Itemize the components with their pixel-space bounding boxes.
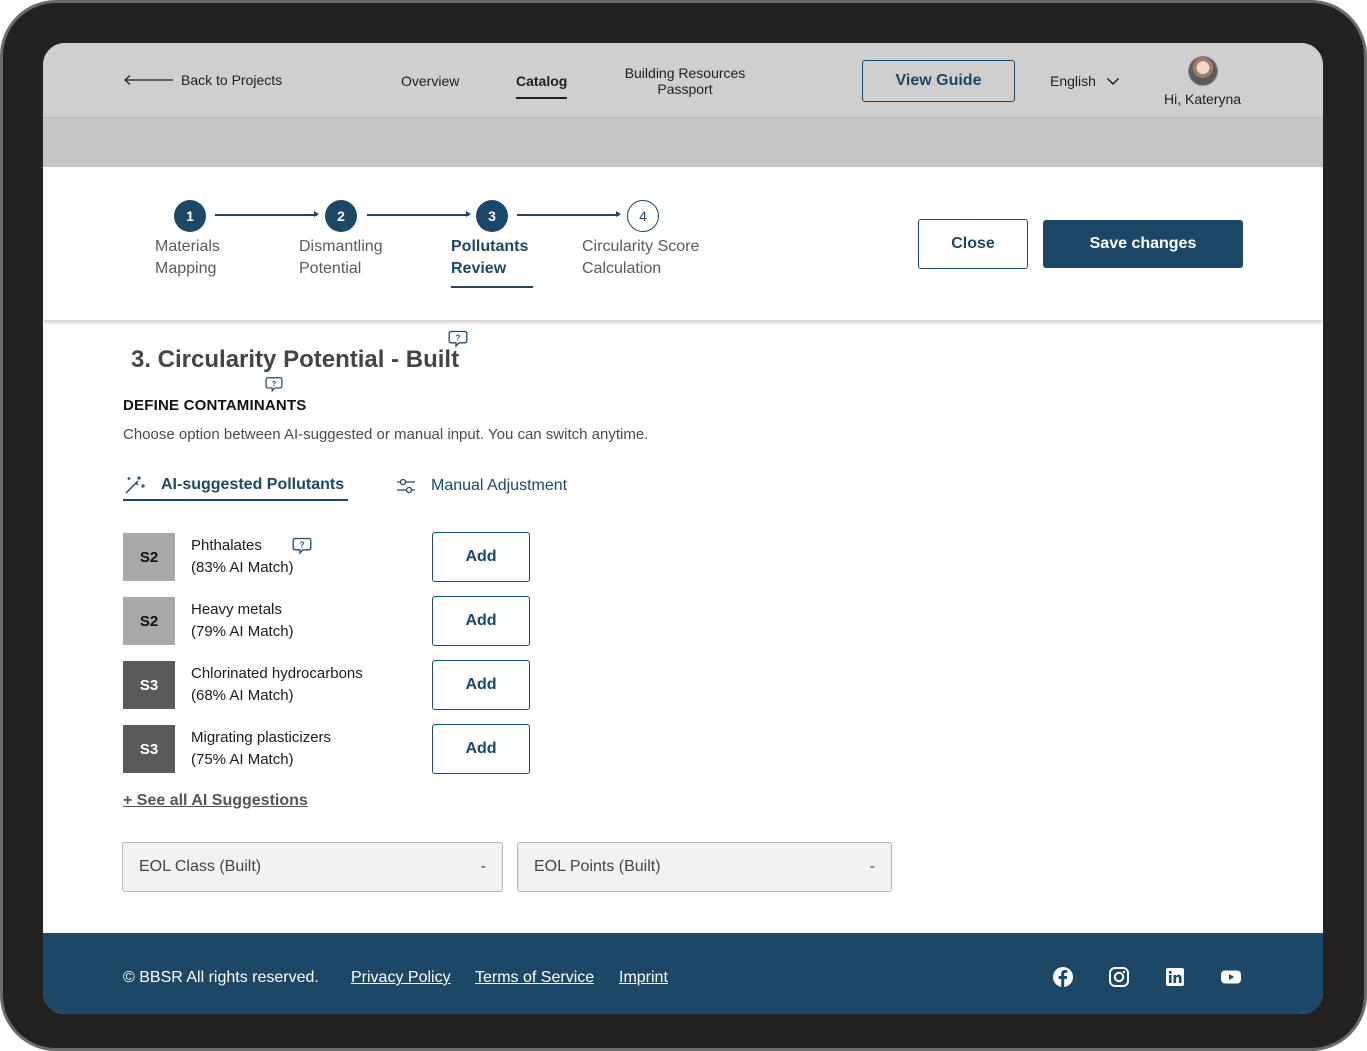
add-pollutant-button[interactable]: Add [432, 724, 530, 774]
view-guide-button[interactable]: View Guide [862, 60, 1015, 102]
terms-of-service-link[interactable]: Terms of Service [475, 969, 594, 987]
step-connector [367, 211, 471, 217]
back-to-projects-label: Back to Projects [181, 72, 283, 88]
eol-points-value: - [869, 858, 875, 875]
help-bubble-icon[interactable]: ? [292, 537, 312, 555]
copyright-text: © BBSR All rights reserved. [123, 969, 319, 986]
step-2-label-line1: Dismantling [299, 238, 383, 255]
step-1-label-line2: Mapping [155, 260, 217, 277]
arrow-left-icon [124, 75, 173, 85]
step-4-label[interactable]: Circularity Score Calculation [582, 236, 699, 280]
pollutant-match: (68% AI Match) [191, 687, 294, 704]
step-4-label-line2: Calculation [582, 260, 662, 277]
linkedin-icon[interactable] [1164, 966, 1186, 988]
save-changes-button[interactable]: Save changes [1043, 220, 1243, 268]
add-pollutant-button[interactable]: Add [432, 532, 530, 582]
pollutant-name: Migrating plasticizers [191, 729, 332, 746]
step-connector [517, 211, 621, 217]
youtube-icon[interactable] [1220, 966, 1242, 988]
severity-badge: S2 [123, 597, 175, 645]
pollutant-name: Chlorinated hydrocarbons [191, 665, 363, 682]
section-title: 3. Circularity Potential - Built [131, 346, 460, 373]
add-pollutant-button[interactable]: Add [432, 596, 530, 646]
app-screen: Back to Projects Overview Catalog Buildi… [43, 43, 1323, 1014]
add-pollutant-button[interactable]: Add [432, 660, 530, 710]
pollutant-name: Phthalates [191, 537, 262, 554]
step-4-label-line1: Circularity Score [582, 238, 700, 255]
eol-points-field[interactable]: EOL Points (Built) - [517, 842, 892, 892]
pollutant-item: Chlorinated hydrocarbons (68% AI Match) [191, 663, 363, 707]
step-3-label-line2: Review [451, 260, 507, 277]
tab-ai-label: AI-suggested Pollutants [161, 476, 345, 493]
user-greeting: Hi, Kateryna [1164, 91, 1242, 107]
severity-badge: S2 [123, 533, 175, 581]
eol-class-label: EOL Class (Built) [139, 858, 262, 875]
step-3-label-line1: Pollutants [451, 238, 529, 255]
severity-badge: S3 [123, 661, 175, 709]
svg-text:?: ? [456, 334, 461, 343]
magic-wand-icon [125, 476, 145, 494]
step-1-label-line1: Materials [155, 238, 220, 255]
chevron-down-icon [1106, 77, 1119, 85]
pollutant-match: (79% AI Match) [191, 623, 294, 640]
tab-ai-suggested-pollutants[interactable]: AI-suggested Pollutants [123, 471, 348, 501]
pollutant-name: Heavy metals [191, 601, 282, 618]
step-1-label[interactable]: Materials Mapping [155, 236, 220, 280]
step-connector [215, 211, 319, 217]
contaminants-description: Choose option between AI-suggested or ma… [123, 426, 649, 443]
pollutant-match: (75% AI Match) [191, 751, 294, 768]
imprint-link[interactable]: Imprint [619, 969, 668, 987]
top-navigation: Back to Projects Overview Catalog Buildi… [43, 43, 1323, 118]
close-button[interactable]: Close [918, 219, 1028, 269]
svg-text:?: ? [300, 541, 305, 550]
eol-class-field[interactable]: EOL Class (Built) - [122, 842, 503, 892]
step-4-circle[interactable]: 4 [627, 200, 659, 232]
instagram-icon[interactable] [1108, 966, 1130, 988]
language-label: English [1050, 73, 1096, 89]
step-1-circle[interactable]: 1 [174, 200, 206, 232]
nav-overview[interactable]: Overview [401, 73, 459, 89]
step-2-circle[interactable]: 2 [325, 200, 357, 232]
facebook-icon[interactable] [1052, 966, 1074, 988]
pollutant-item: Heavy metals (79% AI Match) [191, 599, 294, 643]
sliders-icon [397, 478, 415, 494]
step-2-label-line2: Potential [299, 260, 362, 277]
pollutant-match: (83% AI Match) [191, 559, 294, 576]
language-selector[interactable]: English [1050, 73, 1120, 89]
svg-text:?: ? [272, 379, 276, 388]
nav-building-resources-passport[interactable]: Building Resources Passport [615, 65, 755, 97]
pollutant-item: Phthalates (83% AI Match) [191, 535, 294, 579]
help-bubble-icon[interactable]: ? [265, 376, 283, 393]
nav-catalog[interactable]: Catalog [516, 73, 568, 99]
header-subbar [43, 118, 1323, 167]
contaminants-heading: DEFINE CONTAMINANTS [123, 397, 307, 414]
tablet-frame: Back to Projects Overview Catalog Buildi… [0, 0, 1367, 1051]
user-avatar[interactable] [1188, 56, 1218, 86]
tab-manual-adjustment[interactable]: Manual Adjustment [395, 471, 567, 501]
see-all-ai-suggestions-link[interactable]: + See all AI Suggestions [123, 792, 308, 810]
footer: © BBSR All rights reserved. Privacy Poli… [43, 933, 1323, 1014]
severity-badge: S3 [123, 725, 175, 773]
step-3-circle[interactable]: 3 [476, 200, 508, 232]
privacy-policy-link[interactable]: Privacy Policy [351, 969, 451, 987]
back-to-projects-link[interactable]: Back to Projects [123, 72, 282, 88]
step-2-label[interactable]: Dismantling Potential [299, 236, 383, 280]
eol-class-value: - [480, 858, 486, 875]
step-3-label[interactable]: Pollutants Review [451, 236, 533, 288]
tab-manual-label: Manual Adjustment [431, 477, 568, 494]
pollutant-item: Migrating plasticizers (75% AI Match) [191, 727, 331, 771]
eol-points-label: EOL Points (Built) [534, 858, 661, 875]
